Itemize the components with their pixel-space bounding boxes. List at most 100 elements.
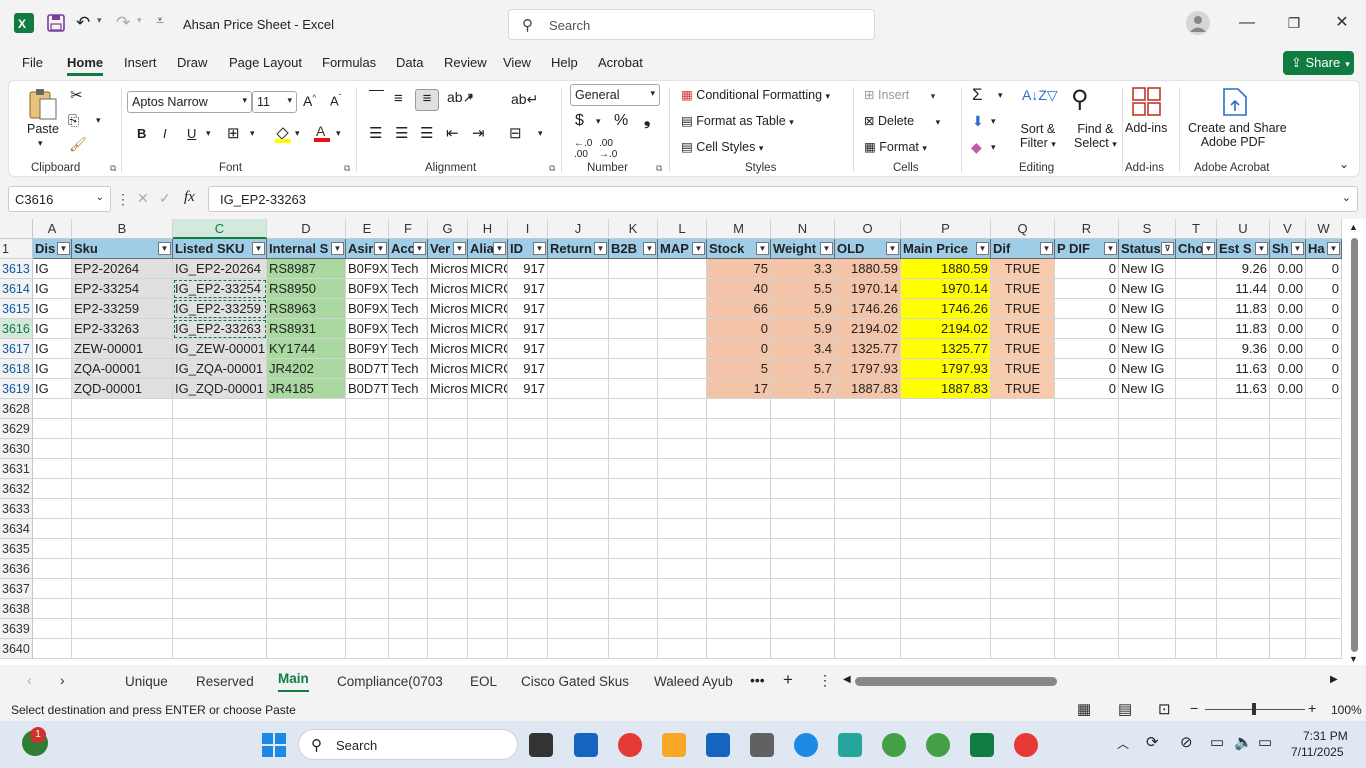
row-header[interactable]: 3628 <box>0 399 33 419</box>
table-cell[interactable]: B0D7T0 <box>346 379 389 399</box>
empty-cell[interactable] <box>428 479 468 499</box>
empty-cell[interactable] <box>609 599 658 619</box>
table-cell[interactable] <box>548 319 609 339</box>
table-header-cell[interactable]: Listed SKU ▼ <box>173 239 267 259</box>
table-header-cell[interactable]: Dis ▼ <box>33 239 72 259</box>
empty-cell[interactable] <box>428 399 468 419</box>
empty-cell[interactable] <box>835 539 901 559</box>
empty-cell[interactable] <box>173 559 267 579</box>
table-cell[interactable] <box>548 339 609 359</box>
empty-cell[interactable] <box>1119 579 1176 599</box>
empty-cell[interactable] <box>1055 419 1119 439</box>
table-cell[interactable]: EP2-33263 <box>72 319 173 339</box>
minimize-icon[interactable]: — <box>1232 10 1262 36</box>
empty-cell[interactable] <box>901 519 991 539</box>
tab-waleed-ayub[interactable]: Waleed Ayub <box>654 674 733 689</box>
empty-cell[interactable] <box>548 479 609 499</box>
row-header[interactable]: 3640 <box>0 639 33 659</box>
table-header-cell[interactable]: Est S ▼ <box>1217 239 1270 259</box>
empty-cell[interactable] <box>428 419 468 439</box>
empty-cell[interactable] <box>33 639 72 659</box>
sort-filter-button[interactable]: Sort & Filter ▾ <box>1020 122 1056 150</box>
more-sheets-icon[interactable]: ••• <box>750 672 765 688</box>
table-cell[interactable]: B0F9XF <box>346 259 389 279</box>
empty-cell[interactable] <box>72 419 173 439</box>
empty-cell[interactable] <box>389 619 428 639</box>
merge-center-icon[interactable]: ⊟ <box>509 124 522 142</box>
row-header[interactable]: 3619 <box>0 379 33 399</box>
currency-dropdown-icon[interactable]: ▾ <box>596 116 601 127</box>
format-painter-icon[interactable]: 🖌 <box>69 136 87 153</box>
format-as-table-button[interactable]: ▤ Format as Table ▾ <box>681 113 794 128</box>
close-icon[interactable]: ✕ <box>1327 10 1357 36</box>
table-header-cell[interactable]: Stock ▼ <box>707 239 771 259</box>
empty-cell[interactable] <box>609 519 658 539</box>
column-header[interactable]: U <box>1217 219 1270 239</box>
table-cell[interactable]: KY1744 <box>267 339 346 359</box>
empty-cell[interactable] <box>707 619 771 639</box>
empty-cell[interactable] <box>707 519 771 539</box>
number-format-select[interactable]: General ▾ <box>570 84 660 106</box>
table-cell[interactable]: 0.00 <box>1270 259 1306 279</box>
table-cell[interactable]: 1970.14 <box>901 279 991 299</box>
empty-cell[interactable] <box>1176 499 1217 519</box>
empty-cell[interactable] <box>267 459 346 479</box>
table-cell[interactable] <box>658 359 707 379</box>
table-header-cell[interactable]: Acc ▼ <box>389 239 428 259</box>
table-cell[interactable] <box>609 319 658 339</box>
file-explorer-icon[interactable] <box>662 733 686 757</box>
table-cell[interactable]: 5.9 <box>771 299 835 319</box>
table-cell[interactable]: 1325.77 <box>835 339 901 359</box>
conditional-formatting-button[interactable]: ▦ Conditional Formatting ▾ <box>681 87 830 102</box>
taskbar-date[interactable]: 7/11/2025 <box>1291 745 1344 759</box>
table-cell[interactable] <box>609 359 658 379</box>
empty-cell[interactable] <box>389 599 428 619</box>
vertical-scrollbar[interactable]: ▲ ▼ <box>1348 222 1361 666</box>
empty-cell[interactable] <box>346 599 389 619</box>
empty-cell[interactable] <box>1270 399 1306 419</box>
table-cell[interactable]: 40 <box>707 279 771 299</box>
table-cell[interactable] <box>548 279 609 299</box>
empty-cell[interactable] <box>72 399 173 419</box>
number-launcher-icon[interactable]: ⧉ <box>656 163 662 174</box>
column-header[interactable]: W <box>1306 219 1342 239</box>
empty-cell[interactable] <box>835 419 901 439</box>
spreadsheet-grid[interactable]: A B C D E F G H I J K L M N O P Q R S T U V W 1 Dis ▼ Sku ▼ Listed S… <box>0 219 1366 665</box>
empty-cell[interactable] <box>33 579 72 599</box>
empty-cell[interactable] <box>1055 639 1119 659</box>
tray-battery-icon[interactable]: ▭ <box>1258 733 1272 751</box>
fill-icon[interactable]: ⬇ <box>972 113 984 130</box>
empty-cell[interactable] <box>72 499 173 519</box>
zoom-level[interactable]: 100% <box>1331 703 1362 717</box>
empty-cell[interactable] <box>468 439 508 459</box>
zoom-out-icon[interactable]: − <box>1190 700 1198 716</box>
filter-dropdown-icon[interactable]: ▼ <box>976 242 989 255</box>
copy-dropdown-icon[interactable]: ▾ <box>96 115 101 126</box>
table-header-cell[interactable]: Ver ▼ <box>428 239 468 259</box>
filter-dropdown-icon[interactable]: ▼ <box>1104 242 1117 255</box>
empty-cell[interactable] <box>508 539 548 559</box>
empty-cell[interactable] <box>991 519 1055 539</box>
row-header[interactable]: 1 <box>0 239 33 259</box>
filter-dropdown-icon[interactable]: ▼ <box>493 242 506 255</box>
normal-view-icon[interactable]: ▦ <box>1077 700 1091 718</box>
empty-cell[interactable] <box>548 539 609 559</box>
table-cell[interactable]: MICRO <box>468 299 508 319</box>
empty-cell[interactable] <box>1119 399 1176 419</box>
empty-cell[interactable] <box>1119 479 1176 499</box>
insert-function-icon[interactable]: fx <box>184 189 195 206</box>
empty-cell[interactable] <box>72 619 173 639</box>
empty-cell[interactable] <box>707 579 771 599</box>
row-header[interactable]: 3617 <box>0 339 33 359</box>
filter-dropdown-icon[interactable]: ▼ <box>57 242 70 255</box>
empty-cell[interactable] <box>1119 459 1176 479</box>
table-header-cell[interactable]: Alia ▼ <box>468 239 508 259</box>
table-cell[interactable]: RS8931 <box>267 319 346 339</box>
empty-cell[interactable] <box>707 479 771 499</box>
table-cell[interactable]: 917 <box>508 299 548 319</box>
table-cell[interactable]: MICRO <box>468 259 508 279</box>
table-cell[interactable]: B0F9X0 <box>346 279 389 299</box>
empty-cell[interactable] <box>173 459 267 479</box>
table-cell[interactable]: B0D7TI <box>346 359 389 379</box>
empty-cell[interactable] <box>1306 479 1342 499</box>
